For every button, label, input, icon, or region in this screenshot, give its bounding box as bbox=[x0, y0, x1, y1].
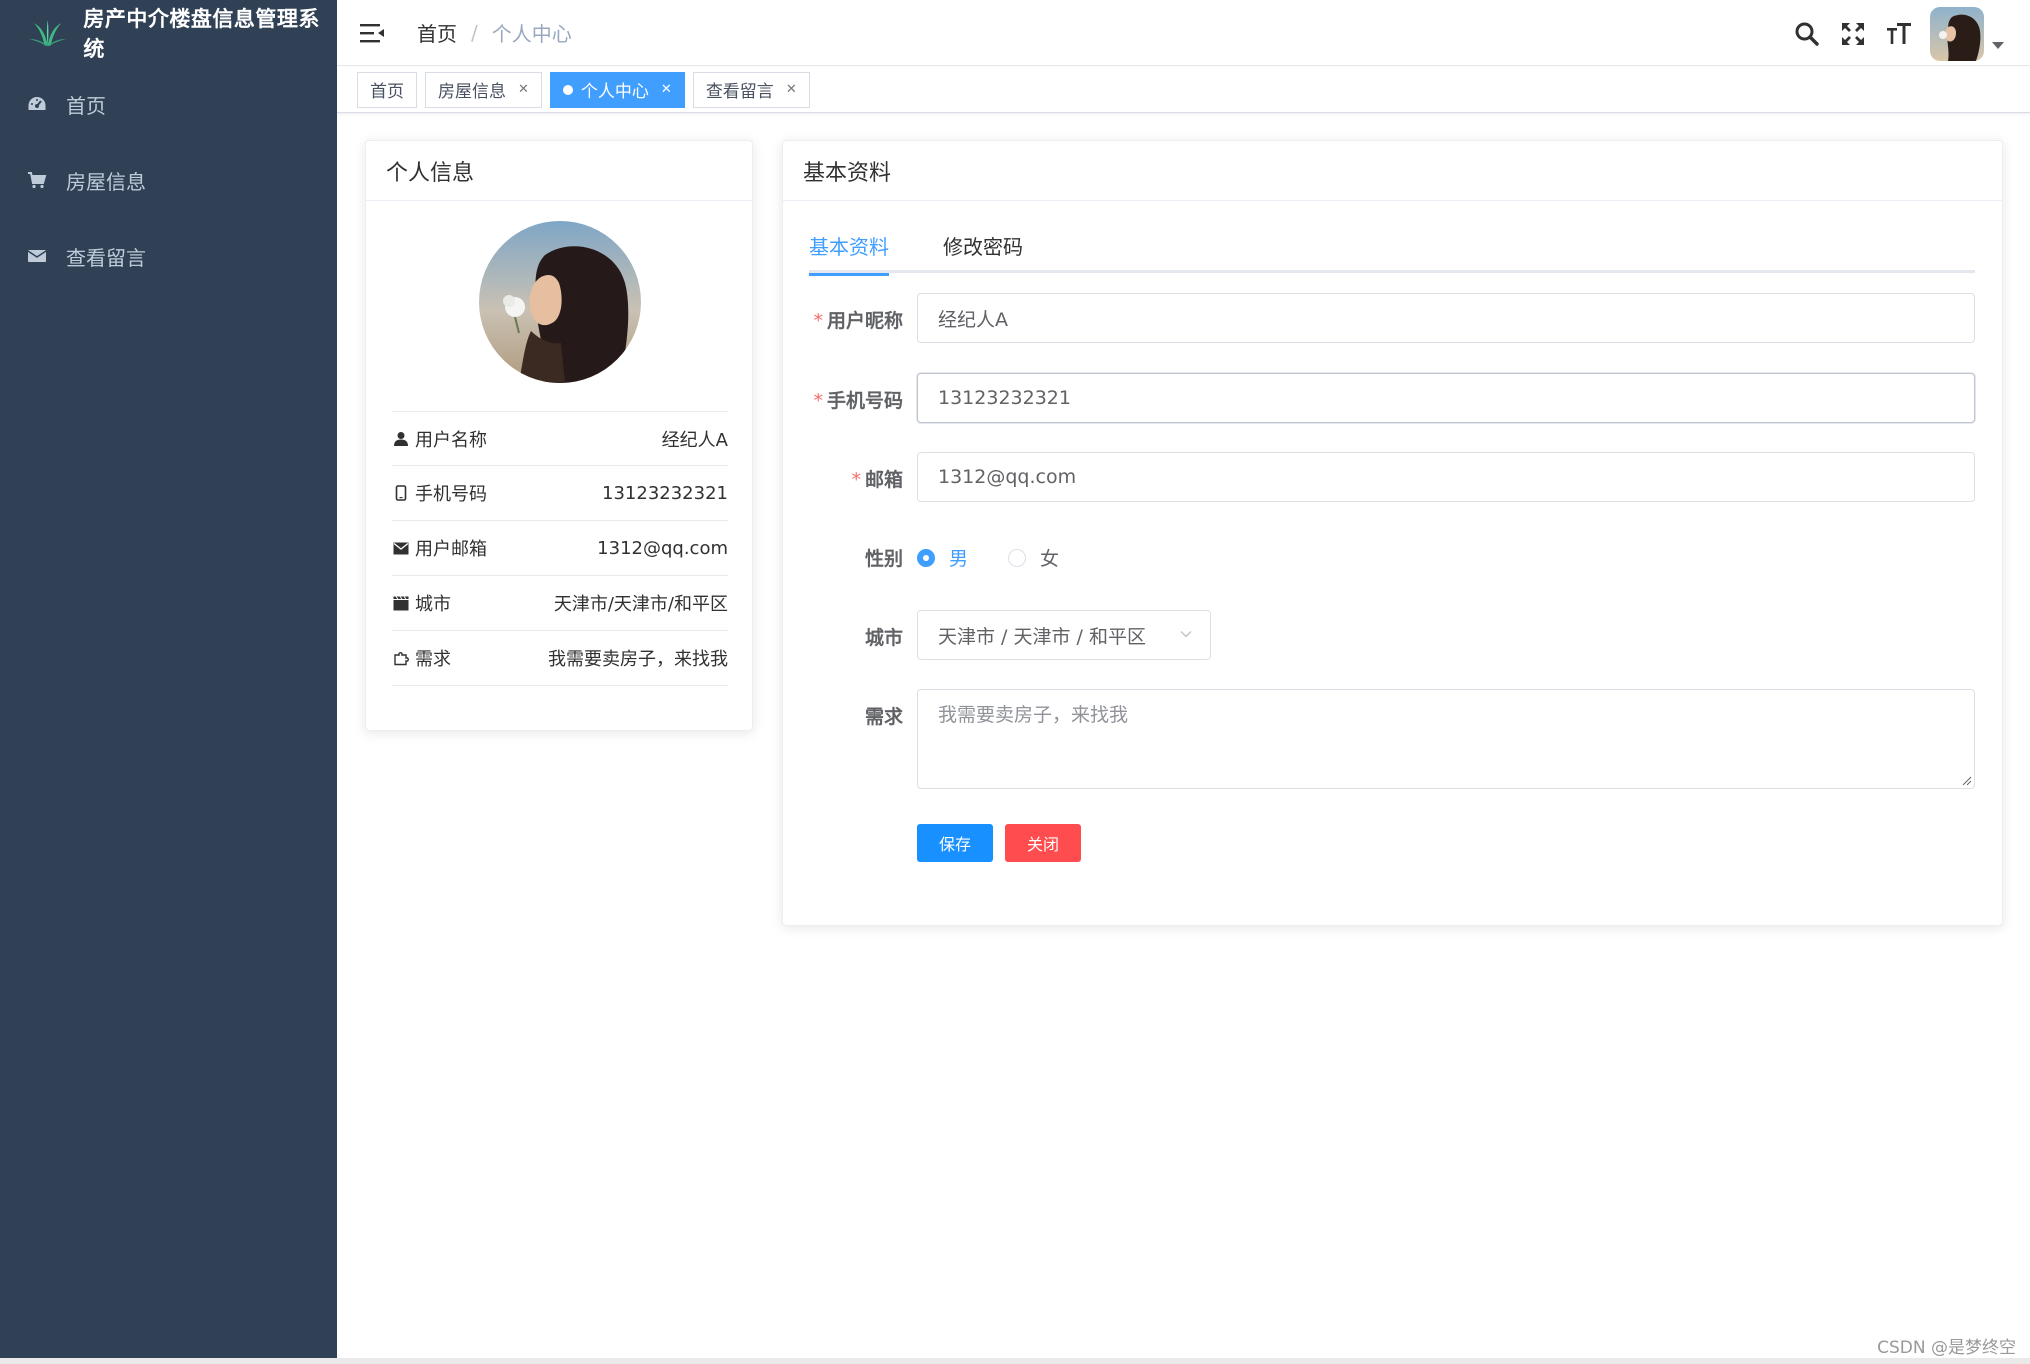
profile-card-title: 个人信息 bbox=[366, 141, 752, 201]
profile-row-email: 用户邮箱 1312@qq.com bbox=[392, 521, 728, 576]
app-logo: 房产中介楼盘信息管理系统 bbox=[0, 0, 337, 66]
tabs: 基本资料 修改密码 bbox=[809, 227, 1975, 276]
user-avatar[interactable] bbox=[1930, 7, 1984, 61]
font-size-icon[interactable] bbox=[1884, 19, 1914, 49]
avatar-dropdown-caret-icon[interactable] bbox=[1992, 41, 2004, 49]
required-mark: * bbox=[813, 310, 823, 332]
profile-avatar bbox=[479, 221, 641, 383]
gender-radio-male[interactable]: 男 bbox=[917, 544, 968, 571]
radio-label: 女 bbox=[1040, 548, 1060, 570]
profile-row-value: 经纪人A bbox=[661, 429, 728, 451]
logo-leaf-icon bbox=[28, 20, 67, 46]
email-input[interactable]: 1312@qq.com bbox=[917, 452, 1975, 502]
close-icon[interactable]: ✕ bbox=[518, 82, 529, 97]
profile-row-value: 13123232321 bbox=[602, 482, 728, 504]
nickname-label: 用户昵称 bbox=[826, 310, 903, 332]
nickname-input[interactable]: 经纪人A bbox=[917, 293, 1975, 343]
close-button[interactable]: 关闭 bbox=[1005, 824, 1081, 862]
tags-view: 首页 房屋信息 ✕ 个人中心 ✕ 查看留言 ✕ bbox=[337, 67, 2030, 113]
sidebar-item-house-info[interactable]: 房屋信息 bbox=[0, 142, 337, 218]
watermark: CSDN @是梦终空 bbox=[1877, 1338, 2016, 1358]
profile-row-demand: 需求 我需要卖房子，来找我 bbox=[392, 631, 728, 686]
required-mark: * bbox=[851, 469, 861, 491]
basic-info-card: 基本资料 基本资料 修改密码 * 用户昵称 经纪人A * 手机号码 13123232… bbox=[782, 140, 2003, 926]
city-cascader[interactable]: 天津市 / 天津市 / 和平区 bbox=[917, 610, 1211, 660]
tag-label: 个人中心 bbox=[580, 82, 649, 102]
dashboard-icon bbox=[26, 93, 48, 115]
profile-row-label: 手机号码 bbox=[415, 484, 487, 505]
radio-checked-icon bbox=[917, 548, 935, 567]
user-icon bbox=[392, 430, 410, 448]
profile-row-value: 我需要卖房子，来找我 bbox=[548, 649, 728, 670]
profile-row-label: 需求 bbox=[415, 649, 451, 670]
hamburger-icon[interactable] bbox=[359, 22, 385, 44]
city-value: 天津市 / 天津市 / 和平区 bbox=[938, 625, 1146, 648]
tab-change-password[interactable]: 修改密码 bbox=[943, 227, 1023, 273]
breadcrumb-separator: / bbox=[471, 20, 478, 45]
gender-label: 性别 bbox=[864, 548, 903, 570]
sidebar-item-label: 房屋信息 bbox=[66, 169, 146, 194]
required-mark: * bbox=[813, 390, 823, 412]
tag-label: 首页 bbox=[370, 82, 404, 102]
demand-value: 我需要卖房子，来找我 bbox=[938, 704, 1129, 726]
profile-row-label: 城市 bbox=[415, 594, 451, 615]
resize-grip-icon[interactable] bbox=[1960, 774, 1972, 786]
profile-row-city: 城市 天津市/天津市/和平区 bbox=[392, 576, 728, 631]
profile-row-value: 1312@qq.com bbox=[597, 537, 728, 559]
basic-info-card-title: 基本资料 bbox=[783, 141, 2002, 201]
tag-label: 查看留言 bbox=[705, 82, 774, 102]
tag-personal-center[interactable]: 个人中心 ✕ bbox=[549, 71, 685, 108]
profile-row-value: 天津市/天津市/和平区 bbox=[553, 594, 728, 615]
phone-input[interactable]: 13123232321 bbox=[917, 373, 1975, 423]
close-icon[interactable]: ✕ bbox=[661, 82, 672, 97]
cart-icon bbox=[26, 169, 48, 191]
profile-row-phone: 手机号码 13123232321 bbox=[392, 466, 728, 521]
radio-label: 男 bbox=[949, 548, 969, 570]
demand-label: 需求 bbox=[864, 706, 903, 728]
navbar: 首页 / 个人中心 bbox=[337, 0, 2030, 66]
right-menu bbox=[1776, 6, 2004, 62]
chevron-down-icon bbox=[1180, 630, 1192, 638]
tag-house-info[interactable]: 房屋信息 ✕ bbox=[425, 71, 542, 108]
close-icon[interactable]: ✕ bbox=[786, 82, 797, 97]
sidebar-item-home[interactable]: 首页 bbox=[0, 66, 337, 142]
tag-messages[interactable]: 查看留言 ✕ bbox=[692, 71, 810, 108]
sidebar-item-label: 首页 bbox=[66, 93, 106, 118]
profile-info-list: 用户名称 经纪人A 手机号码 13123232321 用户邮箱 1312@qq.… bbox=[392, 411, 728, 686]
app-title: 房产中介楼盘信息管理系统 bbox=[83, 7, 320, 61]
sidebar-item-label: 查看留言 bbox=[66, 245, 146, 270]
breadcrumb: 首页 / 个人中心 bbox=[417, 18, 572, 47]
clapper-icon bbox=[392, 594, 410, 612]
sidebar: 房产中介楼盘信息管理系统 首页 房屋信息 查看留言 bbox=[0, 0, 337, 1358]
email-label: 邮箱 bbox=[864, 469, 903, 491]
puzzle-icon bbox=[392, 649, 410, 667]
search-icon[interactable] bbox=[1792, 19, 1822, 49]
breadcrumb-home[interactable]: 首页 bbox=[417, 18, 457, 47]
demand-textarea[interactable]: 我需要卖房子，来找我 bbox=[917, 689, 1975, 789]
breadcrumb-current: 个人中心 bbox=[491, 22, 572, 46]
tag-home[interactable]: 首页 bbox=[357, 71, 417, 108]
tab-basic-info[interactable]: 基本资料 bbox=[809, 227, 889, 276]
profile-card: 个人信息 用户名称 经纪人A 手机号码 13123232321 用户邮箱 131… bbox=[365, 140, 753, 731]
profile-row-username: 用户名称 经纪人A bbox=[392, 411, 728, 466]
phone-icon bbox=[392, 484, 410, 502]
bottom-divider bbox=[0, 1358, 2030, 1364]
phone-label: 手机号码 bbox=[826, 390, 903, 412]
city-label: 城市 bbox=[864, 627, 903, 649]
save-button[interactable]: 保存 bbox=[917, 824, 993, 862]
envelope-icon bbox=[26, 245, 48, 267]
tag-label: 房屋信息 bbox=[438, 82, 506, 102]
sidebar-item-messages[interactable]: 查看留言 bbox=[0, 218, 337, 294]
radio-unchecked-icon bbox=[1008, 548, 1026, 567]
profile-row-label: 用户名称 bbox=[415, 429, 487, 451]
active-dot-icon bbox=[562, 84, 573, 95]
fullscreen-icon[interactable] bbox=[1838, 19, 1868, 49]
envelope-icon bbox=[392, 539, 410, 557]
profile-row-label: 用户邮箱 bbox=[415, 539, 487, 560]
gender-radio-female[interactable]: 女 bbox=[1008, 544, 1059, 571]
